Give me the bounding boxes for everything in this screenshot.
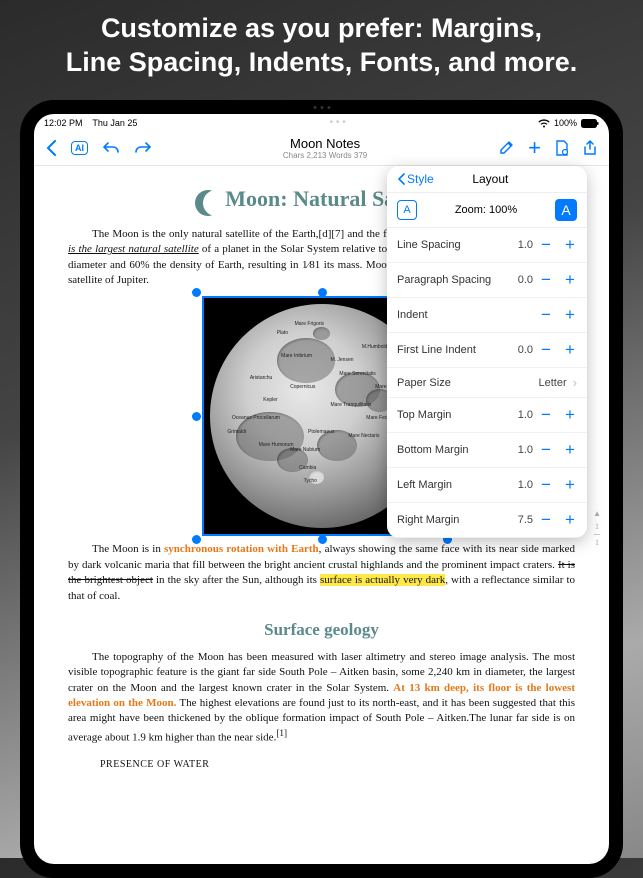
crescent-icon (195, 190, 221, 216)
row-label: Top Margin (397, 409, 451, 421)
layout-row-top-margin: Top Margin1.0−+ (387, 398, 587, 433)
marketing-line1: Customize as you prefer: Margins, (10, 12, 633, 46)
layout-row-left-margin: Left Margin1.0−+ (387, 468, 587, 503)
vertical-ruler: ▲ 1 1 (593, 506, 601, 551)
marketing-headline: Customize as you prefer: Margins, Line S… (0, 0, 643, 96)
layout-row-line-spacing: Line Spacing1.0−+ (387, 228, 587, 263)
document-stats: Chars 2,213 Words 379 (152, 151, 498, 160)
ai-button[interactable]: AI (71, 141, 88, 155)
share-button[interactable] (583, 140, 597, 156)
highlighted-text: surface is actually very dark (320, 574, 445, 586)
row-value: Letter (539, 377, 567, 389)
stepper: −+ (539, 475, 577, 495)
layout-row-bottom-margin: Bottom Margin1.0−+ (387, 433, 587, 468)
row-label: Bottom Margin (397, 444, 469, 456)
zoom-label: Zoom: 100% (455, 204, 517, 216)
status-left: 12:02 PM Thu Jan 25 (44, 118, 137, 128)
heading-3: PRESENCE OF WATER (68, 758, 575, 772)
layout-row-indent: Indent −+ (387, 298, 587, 333)
stepper: −+ (539, 440, 577, 460)
add-button[interactable]: + (528, 135, 541, 161)
decrease-button[interactable]: − (539, 305, 553, 325)
row-value: 1.0 (518, 444, 533, 456)
row-value: 1.0 (518, 239, 533, 251)
decrease-button[interactable]: − (539, 510, 553, 530)
decrease-button[interactable]: − (539, 405, 553, 425)
layout-popover: Style Layout A Zoom: 100% A Line Spacing… (387, 166, 587, 538)
increase-button[interactable]: + (563, 405, 577, 425)
layout-row-paragraph-spacing: Paragraph Spacing0.0−+ (387, 263, 587, 298)
row-value: 1.0 (518, 479, 533, 491)
orange-text: synchronous rotation with Earth (164, 543, 319, 555)
reference-marker: [1] (276, 728, 287, 738)
status-time: 12:02 PM (44, 118, 83, 128)
layout-row-paper-size[interactable]: Paper Size Letter › (387, 368, 587, 398)
battery-pct: 100% (554, 118, 577, 128)
redo-button[interactable] (134, 141, 152, 155)
paragraph-3: The topography of the Moon has been meas… (68, 650, 575, 746)
row-value: 7.5 (518, 514, 533, 526)
handle-indicator: • • • (330, 117, 346, 128)
camera-dots (313, 106, 330, 109)
status-bar: 12:02 PM Thu Jan 25 • • • 100% (34, 114, 609, 131)
undo-button[interactable] (102, 141, 120, 155)
wifi-icon (538, 117, 550, 127)
stepper: −+ (539, 340, 577, 360)
toolbar: AI Moon Notes Chars 2,213 Words 379 + (34, 131, 609, 166)
stepper: −+ (539, 510, 577, 530)
document-title: Moon Notes (152, 136, 498, 151)
increase-button[interactable]: + (563, 270, 577, 290)
decrease-button[interactable]: − (539, 475, 553, 495)
ipad-frame: 12:02 PM Thu Jan 25 • • • 100% AI (20, 100, 623, 878)
decrease-button[interactable]: − (539, 235, 553, 255)
format-brush-button[interactable] (498, 140, 514, 156)
heading-2: Surface geology (68, 618, 575, 642)
decrease-button[interactable]: − (539, 440, 553, 460)
row-label: Indent (397, 309, 428, 321)
increase-button[interactable]: + (563, 475, 577, 495)
increase-button[interactable]: + (563, 340, 577, 360)
layout-row-right-margin: Right Margin7.5−+ (387, 503, 587, 538)
row-label: First Line Indent (397, 344, 476, 356)
status-date: Thu Jan 25 (92, 118, 137, 128)
decrease-button[interactable]: − (539, 340, 553, 360)
status-right: 100% (538, 117, 599, 127)
popover-title: Layout (404, 172, 577, 186)
row-label: Line Spacing (397, 239, 461, 251)
zoom-out-button[interactable]: A (397, 200, 417, 220)
marketing-line2: Line Spacing, Indents, Fonts, and more. (10, 46, 633, 80)
document-settings-button[interactable] (555, 140, 569, 156)
decrease-button[interactable]: − (539, 270, 553, 290)
moon-label: Kepler (263, 398, 277, 403)
battery-icon (581, 117, 599, 127)
row-label: Left Margin (397, 479, 452, 491)
zoom-in-button[interactable]: A (555, 199, 577, 221)
toolbar-center: Moon Notes Chars 2,213 Words 379 (152, 136, 498, 160)
moon-label: Copernicus (290, 385, 315, 390)
zoom-row: A Zoom: 100% A (387, 193, 587, 228)
moon-label: Plato (277, 331, 288, 336)
chevron-right-icon[interactable]: › (573, 375, 577, 390)
increase-button[interactable]: + (563, 235, 577, 255)
back-button[interactable] (46, 140, 57, 156)
layout-row-first-line-indent: First Line Indent0.0−+ (387, 333, 587, 368)
stepper: −+ (539, 405, 577, 425)
increase-button[interactable]: + (563, 510, 577, 530)
row-value: 1.0 (518, 409, 533, 421)
popover-header: Style Layout (387, 166, 587, 193)
stepper: −+ (539, 270, 577, 290)
row-label: Paper Size (397, 377, 451, 389)
stepper: −+ (539, 235, 577, 255)
stepper: −+ (539, 305, 577, 325)
moon-label: Aristarchu (250, 376, 273, 381)
paragraph-2: The Moon is in synchronous rotation with… (68, 542, 575, 604)
screen: 12:02 PM Thu Jan 25 • • • 100% AI (34, 114, 609, 864)
row-value: 0.0 (518, 344, 533, 356)
row-label: Paragraph Spacing (397, 274, 491, 286)
row-label: Right Margin (397, 514, 459, 526)
increase-button[interactable]: + (563, 305, 577, 325)
increase-button[interactable]: + (563, 440, 577, 460)
row-value: 0.0 (518, 274, 533, 286)
